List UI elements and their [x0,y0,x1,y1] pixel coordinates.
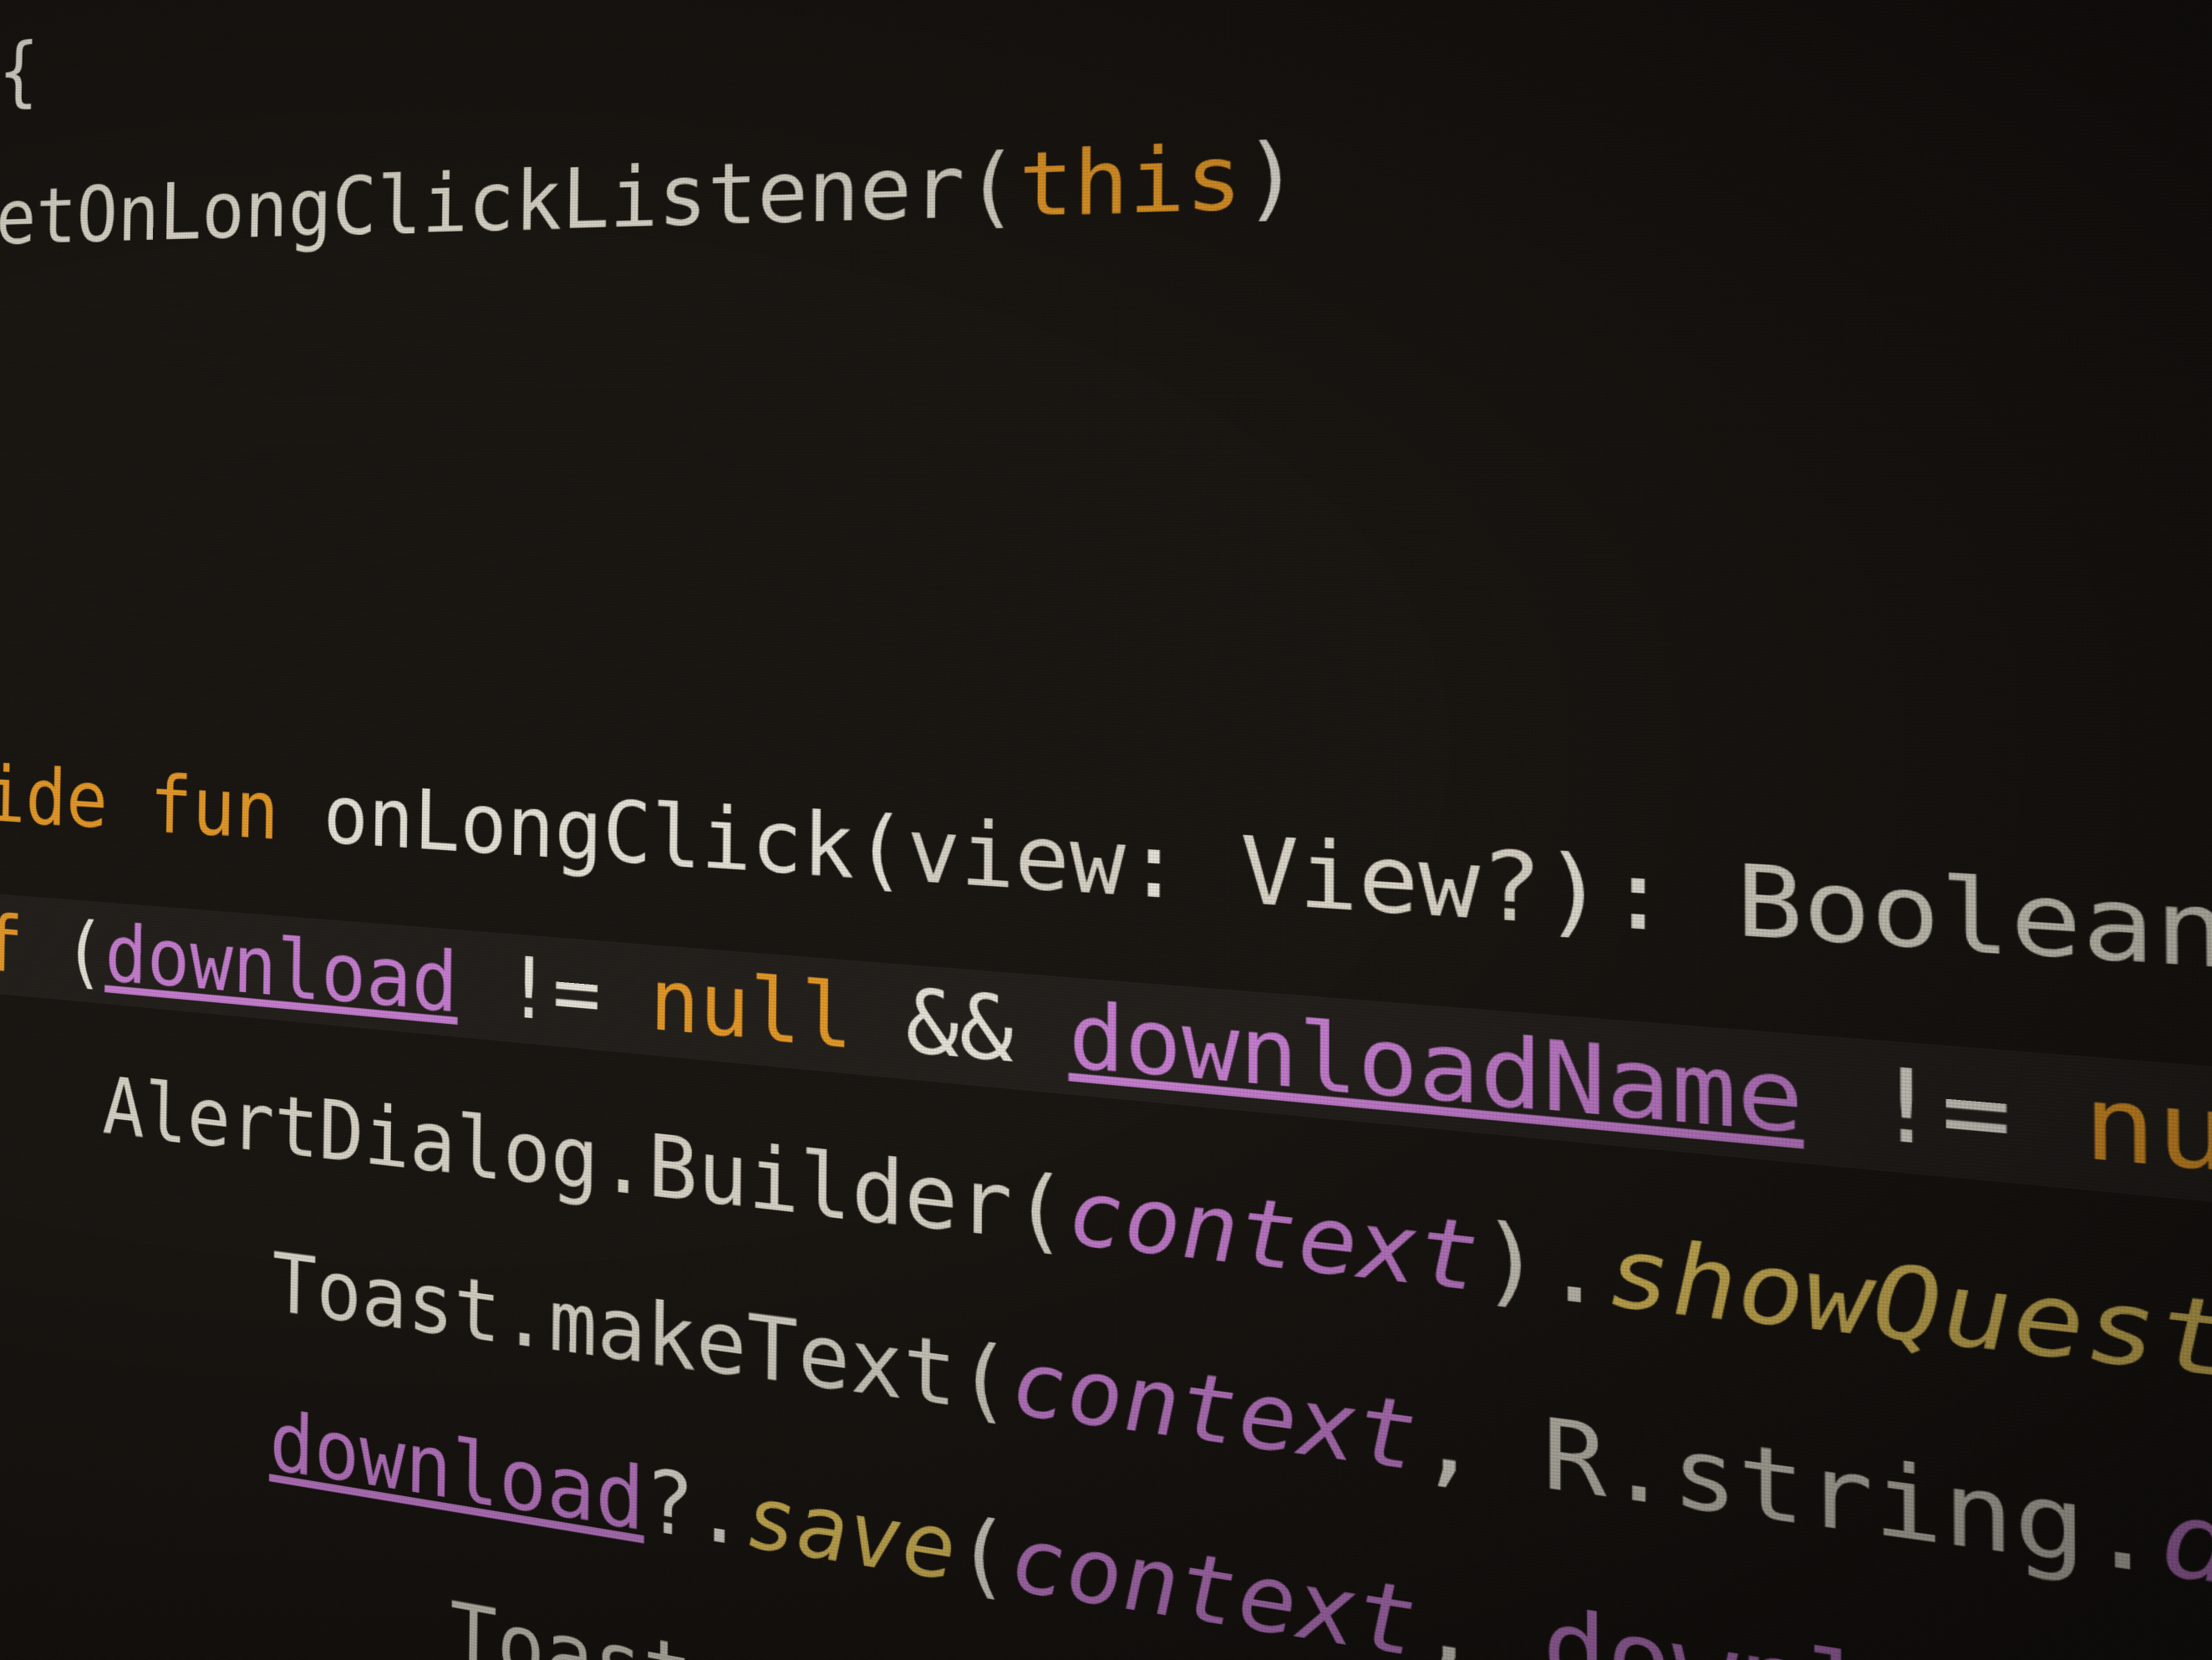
code-line[interactable]: } [0,257,2212,415]
editor-viewport: tring? = null init { setOnLongClickListe… [0,0,2212,1660]
code-editor[interactable]: tring? = null init { setOnLongClickListe… [0,0,2212,1660]
